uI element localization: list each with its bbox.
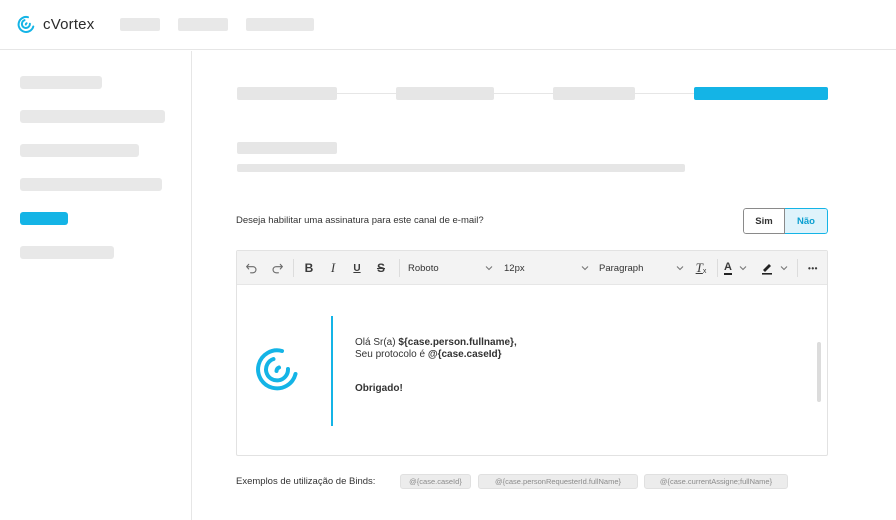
- toolbar-divider: [399, 259, 400, 277]
- step-placeholder[interactable]: [237, 87, 337, 100]
- bind-example-chip[interactable]: @{case.currentAssigne;fullName}: [644, 474, 788, 489]
- highlighter-icon: [762, 264, 772, 275]
- bind-example-chip[interactable]: @{case.personRequesterId.fullName}: [478, 474, 638, 489]
- no-button[interactable]: Não: [785, 208, 828, 234]
- yes-button[interactable]: Sim: [743, 208, 785, 234]
- sidebar-item-placeholder[interactable]: [20, 110, 165, 123]
- undo-button[interactable]: [243, 259, 259, 277]
- chevron-down-icon: [676, 266, 684, 271]
- section-title-placeholder: [237, 142, 337, 154]
- clear-format-button[interactable]: T x: [693, 259, 709, 277]
- signature-divider: [331, 316, 333, 426]
- greeting-bind: ${case.person.fullname},: [398, 337, 517, 348]
- sidebar-item-placeholder[interactable]: [20, 246, 114, 259]
- step-connector: [337, 93, 396, 94]
- binds-examples-label: Exemplos de utilização de Binds:: [236, 476, 376, 487]
- step-placeholder[interactable]: [553, 87, 635, 100]
- undo-icon: [245, 263, 256, 273]
- sidebar: [0, 51, 192, 520]
- rich-text-editor: B I U S Roboto 12px Paragraph T x A ••• …: [236, 250, 828, 456]
- clear-format-subscript: x: [702, 267, 707, 275]
- toolbar-divider: [797, 259, 798, 277]
- signature-greeting: Olá Sr(a) ${case.person.fullname},: [355, 337, 517, 348]
- block-format-value: Paragraph: [599, 262, 644, 274]
- brand-logo[interactable]: cVortex: [14, 12, 94, 36]
- sidebar-item-placeholder[interactable]: [20, 144, 139, 157]
- toolbar-divider: [717, 259, 718, 277]
- editor-toolbar: B I U S Roboto 12px Paragraph T x A •••: [237, 251, 827, 285]
- highlight-color-button[interactable]: [760, 259, 792, 277]
- step-placeholder[interactable]: [396, 87, 494, 100]
- signature-question: Deseja habilitar uma assinatura para est…: [236, 215, 484, 226]
- font-family-value: Roboto: [408, 262, 439, 274]
- brand-name: cVortex: [43, 15, 95, 33]
- text-color-icon: A: [724, 260, 732, 275]
- bind-example-chip[interactable]: @{case.caseId}: [400, 474, 471, 489]
- chevron-down-icon: [485, 266, 493, 271]
- redo-icon: [272, 263, 283, 273]
- step-active[interactable]: [694, 87, 828, 100]
- italic-button[interactable]: I: [325, 259, 341, 277]
- editor-content[interactable]: Olá Sr(a) ${case.person.fullname}, Seu p…: [237, 286, 827, 455]
- strikethrough-button[interactable]: S: [373, 259, 389, 277]
- chevron-down-icon: [739, 266, 747, 271]
- text-color-button[interactable]: A: [724, 259, 754, 277]
- nav-item-placeholder[interactable]: [120, 18, 160, 31]
- top-header: cVortex: [0, 0, 896, 50]
- clear-format-icon: T: [695, 260, 703, 275]
- step-connector: [635, 93, 694, 94]
- signature-protocol: Seu protocolo é @{case.caseId}: [355, 349, 502, 360]
- chevron-down-icon: [581, 266, 589, 271]
- toolbar-divider: [293, 259, 294, 277]
- editor-scrollbar[interactable]: [817, 342, 821, 402]
- sidebar-item-placeholder[interactable]: [20, 76, 102, 89]
- protocol-bind: @{case.caseId}: [427, 349, 502, 360]
- yes-no-toggle: Sim Não: [743, 208, 828, 234]
- cvortex-signature-logo-icon: [256, 348, 298, 391]
- chevron-down-icon: [780, 266, 788, 271]
- section-description-placeholder: [237, 164, 685, 172]
- nav-item-placeholder[interactable]: [178, 18, 228, 31]
- signature-closing: Obrigado!: [355, 383, 403, 394]
- font-size-select[interactable]: 12px: [504, 259, 590, 277]
- redo-button[interactable]: [269, 259, 285, 277]
- underline-button[interactable]: U: [349, 259, 365, 277]
- bold-button[interactable]: B: [301, 259, 317, 277]
- step-connector: [494, 93, 553, 94]
- cvortex-logo-icon: [17, 15, 35, 33]
- nav-item-placeholder[interactable]: [246, 18, 314, 31]
- more-options-button[interactable]: •••: [803, 259, 823, 277]
- sidebar-item-active[interactable]: [20, 212, 68, 225]
- block-format-select[interactable]: Paragraph: [599, 259, 685, 277]
- font-family-select[interactable]: Roboto: [408, 259, 494, 277]
- font-size-value: 12px: [504, 262, 525, 274]
- sidebar-item-placeholder[interactable]: [20, 178, 162, 191]
